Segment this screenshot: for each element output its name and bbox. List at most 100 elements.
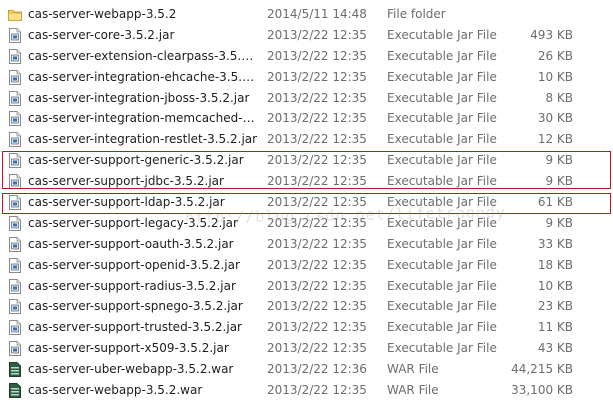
file-size: 9 KB [545, 174, 573, 189]
file-size: 8 KB [545, 90, 573, 105]
file-type: Executable Jar File [387, 90, 497, 105]
file-name: cas-server-uber-webapp-3.5.2.war [28, 362, 234, 377]
jar-file-icon [8, 132, 22, 148]
file-name: cas-server-support-generic-3.5.2.jar [28, 153, 244, 168]
file-row[interactable]: cas-server-support-openid-3.5.2.jar 2013/… [0, 255, 613, 276]
file-date-modified: 2013/2/22 12:35 [267, 299, 367, 314]
file-type: Executable Jar File [387, 278, 497, 293]
file-size: 10 KB [537, 278, 573, 293]
jar-file-icon [8, 320, 22, 336]
file-type: WAR File [387, 383, 439, 398]
file-type: Executable Jar File [387, 257, 497, 272]
file-name: cas-server-integration-jboss-3.5.2.jar [28, 90, 250, 105]
jar-file-icon [8, 299, 22, 315]
file-row[interactable]: cas-server-integration-memcached-3.5.2..… [0, 108, 613, 129]
war-file-icon [8, 383, 22, 399]
file-date-modified: 2013/2/22 12:35 [267, 90, 367, 105]
file-row[interactable]: cas-server-support-x509-3.5.2.jar 2013/2/… [0, 338, 613, 359]
jar-file-icon [8, 195, 22, 211]
file-row[interactable]: cas-server-support-oauth-3.5.2.jar 2013/2… [0, 234, 613, 255]
file-size: 10 KB [537, 69, 573, 84]
file-row[interactable]: cas-server-integration-jboss-3.5.2.jar 20… [0, 88, 613, 109]
file-date-modified: 2013/2/22 12:35 [267, 27, 367, 42]
jar-file-icon [8, 278, 22, 294]
file-type: File folder [387, 7, 446, 21]
file-size: 9 KB [545, 153, 573, 168]
file-date-modified: 2013/2/22 12:35 [267, 320, 367, 335]
file-size: 493 KB [530, 27, 573, 42]
file-name: cas-server-support-jdbc-3.5.2.jar [28, 174, 224, 189]
file-size: 26 KB [537, 48, 573, 63]
file-date-modified: 2013/2/22 12:36 [267, 362, 367, 377]
file-type: Executable Jar File [387, 299, 497, 314]
file-name: cas-server-extension-clearpass-3.5.2.jar [28, 48, 258, 63]
file-row[interactable]: cas-server-integration-ehcache-3.5.2.jar… [0, 67, 613, 88]
file-name: cas-server-core-3.5.2.jar [28, 27, 175, 42]
file-size: 9 KB [545, 215, 573, 230]
file-row[interactable]: cas-server-support-ldap-3.5.2.jar 2013/2/… [0, 192, 613, 213]
file-type: Executable Jar File [387, 215, 497, 230]
file-name: cas-server-webapp-3.5.2.war [28, 383, 203, 398]
file-name: cas-server-support-trusted-3.5.2.jar [28, 320, 242, 335]
file-row[interactable]: cas-server-support-trusted-3.5.2.jar 2013… [0, 317, 613, 338]
file-type: Executable Jar File [387, 27, 497, 42]
file-type: Executable Jar File [387, 341, 497, 356]
file-date-modified: 2013/2/22 12:35 [267, 257, 367, 272]
jar-file-icon [8, 174, 22, 190]
file-type: Executable Jar File [387, 132, 497, 147]
file-date-modified: 2014/5/11 14:48 [267, 7, 367, 21]
jar-file-icon [8, 341, 22, 357]
folder-icon [8, 7, 22, 22]
file-size: 61 KB [537, 195, 573, 210]
file-size: 18 KB [537, 257, 573, 272]
jar-file-icon [8, 236, 22, 252]
file-row[interactable]: cas-server-support-spnego-3.5.2.jar 2013/… [0, 296, 613, 317]
file-row[interactable]: cas-server-support-radius-3.5.2.jar 2013/… [0, 276, 613, 297]
file-row[interactable]: cas-server-integration-restlet-3.5.2.jar… [0, 129, 613, 150]
file-date-modified: 2013/2/22 12:35 [267, 153, 367, 168]
file-name: cas-server-support-radius-3.5.2.jar [28, 278, 236, 293]
file-row[interactable]: cas-server-support-legacy-3.5.2.jar 2013/… [0, 213, 613, 234]
file-row[interactable]: cas-server-support-jdbc-3.5.2.jar 2013/2/… [0, 171, 613, 192]
file-date-modified: 2013/2/22 12:35 [267, 132, 367, 147]
file-date-modified: 2013/2/22 12:35 [267, 111, 367, 126]
file-size: 11 KB [537, 320, 573, 335]
jar-file-icon [8, 153, 22, 169]
file-name: cas-server-integration-restlet-3.5.2.jar [28, 132, 258, 147]
file-date-modified: 2013/2/22 12:35 [267, 278, 367, 293]
file-type: Executable Jar File [387, 153, 497, 168]
file-row[interactable]: cas-server-webapp-3.5.2 2014/5/11 14:48 Fi… [0, 4, 613, 25]
file-size: 12 KB [537, 132, 573, 147]
file-type: Executable Jar File [387, 69, 497, 84]
file-type: Executable Jar File [387, 48, 497, 63]
file-size: 43 KB [537, 341, 573, 356]
file-type: Executable Jar File [387, 174, 497, 189]
war-file-icon [8, 362, 22, 378]
jar-file-icon [8, 215, 22, 231]
file-row[interactable]: cas-server-webapp-3.5.2.war 2013/2/22 12:… [0, 380, 613, 401]
file-type: Executable Jar File [387, 236, 497, 251]
jar-file-icon [8, 111, 22, 127]
file-size: 30 KB [537, 111, 573, 126]
file-row[interactable]: cas-server-extension-clearpass-3.5.2.jar… [0, 46, 613, 67]
file-name: cas-server-integration-ehcache-3.5.2.jar [28, 69, 258, 84]
jar-file-icon [8, 90, 22, 106]
file-size: 23 KB [537, 299, 573, 314]
file-size: 44,215 KB [511, 362, 573, 377]
file-type: Executable Jar File [387, 195, 497, 210]
file-date-modified: 2013/2/22 12:35 [267, 383, 367, 398]
jar-file-icon [8, 48, 22, 64]
jar-file-icon [8, 27, 22, 43]
file-name: cas-server-support-openid-3.5.2.jar [28, 257, 240, 272]
file-name: cas-server-webapp-3.5.2 [28, 7, 177, 21]
file-row[interactable]: cas-server-uber-webapp-3.5.2.war 2013/2/2… [0, 359, 613, 380]
file-row[interactable]: cas-server-support-generic-3.5.2.jar 2013… [0, 150, 613, 171]
file-type: Executable Jar File [387, 320, 497, 335]
file-date-modified: 2013/2/22 12:35 [267, 215, 367, 230]
file-name: cas-server-integration-memcached-3.5.2..… [28, 111, 258, 126]
file-size: 33,100 KB [511, 383, 573, 398]
file-date-modified: 2013/2/22 12:35 [267, 195, 367, 210]
file-name: cas-server-support-oauth-3.5.2.jar [28, 236, 234, 251]
jar-file-icon [8, 257, 22, 273]
file-row[interactable]: cas-server-core-3.5.2.jar 2013/2/22 12:35… [0, 25, 613, 46]
